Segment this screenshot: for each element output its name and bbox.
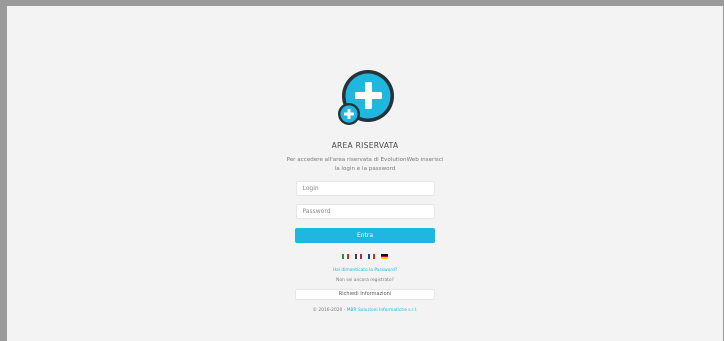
french-flag-icon[interactable] <box>368 254 375 259</box>
request-info-button[interactable]: Richiedi Informazioni <box>295 289 435 300</box>
page-title: AREA RISERVATA <box>331 141 399 150</box>
login-page: AREA RISERVATA Per accedere all'area ris… <box>7 6 723 341</box>
login-panel: AREA RISERVATA Per accedere all'area ris… <box>7 6 723 313</box>
evolutionweb-logo-icon <box>335 69 395 129</box>
company-link[interactable]: MBR Soluzioni Informatiche s.r.l. <box>347 308 418 313</box>
password-input[interactable] <box>295 204 435 219</box>
language-selector <box>342 254 388 259</box>
forgot-password-link[interactable]: Hai dimenticato la Password? <box>333 268 397 273</box>
italian-flag-icon[interactable] <box>342 254 349 259</box>
copyright-text: © 2016-2020 - <box>312 308 347 313</box>
german-flag-icon[interactable] <box>381 254 388 259</box>
login-button[interactable]: Entra <box>295 228 435 243</box>
not-registered-text: Non sei ancora registrato? <box>336 278 394 283</box>
uk-flag-icon[interactable] <box>355 254 362 259</box>
login-input[interactable] <box>295 181 435 196</box>
footer-copyright: © 2016-2020 - MBR Soluzioni Informatiche… <box>313 308 418 313</box>
login-description: Per accedere all'area riservata di Evolu… <box>286 157 444 172</box>
